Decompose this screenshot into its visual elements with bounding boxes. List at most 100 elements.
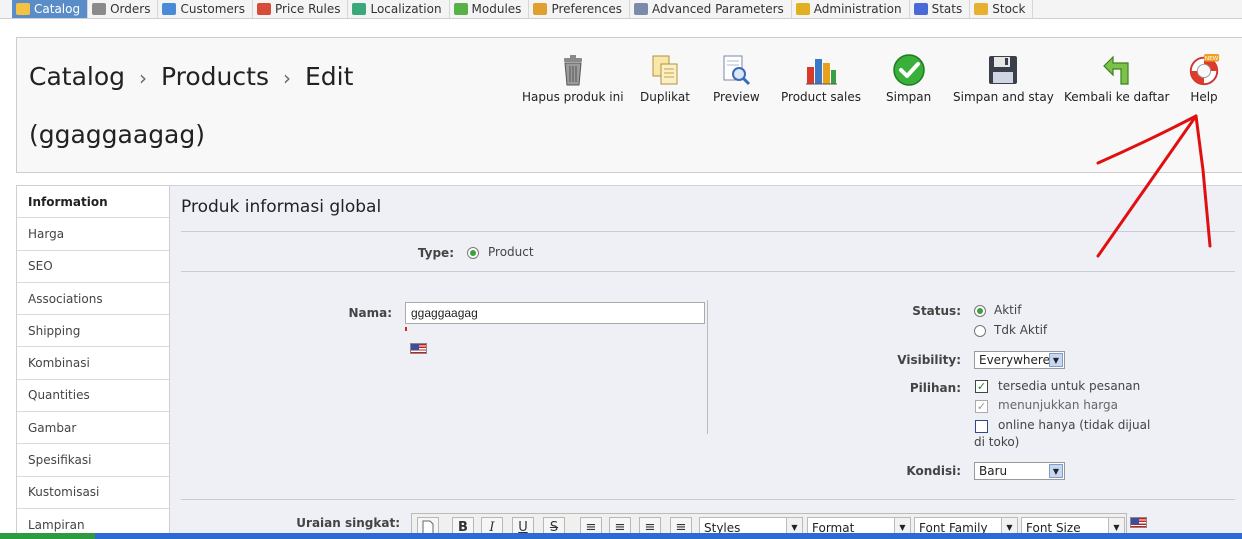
name-input[interactable] [405, 302, 705, 324]
breadcrumb-edit: Edit [304, 62, 354, 91]
status-active-radio[interactable] [974, 305, 986, 317]
nav-tab-label: Modules [471, 1, 522, 16]
product-info-panel: Produk informasi global Type: Product Na… [170, 185, 1242, 539]
breadcrumb-separator: › [139, 66, 148, 90]
online-only-label-cont: di toko) [974, 435, 1020, 449]
product-sales-label: Product sales [781, 90, 861, 104]
online-only-checkbox[interactable] [975, 420, 988, 433]
product-sales-button[interactable]: Product sales [781, 52, 861, 104]
tag-icon [257, 2, 271, 15]
sidebar-item-seo[interactable]: SEO [17, 251, 169, 283]
nav-tab-price-rules[interactable]: Price Rules [253, 0, 349, 18]
nav-tab-administration[interactable]: Administration [792, 0, 910, 18]
nav-tab-localization[interactable]: Localization [348, 0, 450, 18]
nav-tab-stock[interactable]: Stock [970, 0, 1034, 18]
help-new-badge: NEW [1205, 56, 1219, 62]
trash-icon [556, 52, 590, 88]
puzzle-icon [453, 2, 468, 15]
nav-tab-label: Orders [110, 1, 151, 16]
nav-tab-label: Price Rules [275, 1, 341, 16]
show-price-checkbox[interactable]: ✓ [975, 400, 988, 413]
duplicate-icon [648, 52, 682, 88]
nav-tab-modules[interactable]: Modules [450, 0, 530, 18]
start-button[interactable] [0, 533, 95, 539]
box-icon [974, 2, 989, 15]
visibility-selected-value: Everywhere [979, 353, 1050, 367]
globe-icon [352, 2, 367, 15]
product-tabs-sidebar: Information Harga SEO Associations Shipping K… [16, 185, 170, 539]
checkmark-icon [892, 52, 926, 88]
back-arrow-icon [1100, 52, 1134, 88]
sidebar-item-information[interactable]: Information [17, 186, 169, 219]
product-title: (ggaggaagag) [29, 120, 206, 149]
visibility-label: Visibility: [897, 353, 961, 367]
sidebar-item-gambar[interactable]: Gambar [17, 412, 169, 445]
us-flag-icon[interactable] [410, 343, 427, 354]
short-description-label: Uraian singkat: [296, 516, 400, 530]
status-inactive-radio[interactable] [974, 325, 986, 337]
preview-label: Preview [713, 90, 760, 104]
nav-tab-stats[interactable]: Stats [910, 0, 971, 18]
save-and-stay-button[interactable]: Simpan and stay [953, 52, 1054, 104]
nav-tab-orders[interactable]: Orders [88, 0, 159, 18]
sidebar-item-kombinasi[interactable]: Kombinasi [17, 347, 169, 380]
column-divider [707, 300, 708, 434]
save-button[interactable]: Simpan [886, 52, 931, 104]
save-label: Simpan [886, 90, 932, 104]
options-label: Pilihan: [909, 381, 961, 395]
condition-select[interactable]: Baru ▼ [974, 462, 1065, 480]
nav-tab-preferences[interactable]: Preferences [529, 0, 631, 18]
online-only-label: online hanya (tidak dijual [998, 418, 1151, 432]
back-to-list-button[interactable]: Kembali ke daftar [1064, 52, 1170, 104]
sidebar-item-associations[interactable]: Associations [17, 283, 169, 316]
us-flag-icon[interactable] [1130, 517, 1147, 528]
divider [181, 499, 1235, 500]
save-and-stay-label: Simpan and stay [953, 90, 1054, 104]
nav-tab-customers[interactable]: Customers [158, 0, 253, 18]
nav-tab-label: Catalog [34, 1, 81, 16]
nav-tab-label: Stock [992, 1, 1026, 16]
folder-icon [16, 2, 30, 15]
preview-button[interactable]: Preview [713, 52, 760, 104]
top-nav: Catalog Orders Customers Price Rules Localiz… [0, 0, 1242, 19]
preview-icon [719, 52, 753, 88]
sidebar-item-shipping[interactable]: Shipping [17, 315, 169, 348]
available-for-order-checkbox[interactable]: ✓ [975, 380, 988, 393]
type-label: Type: [417, 246, 454, 260]
delete-product-label: Hapus produk ini [522, 90, 624, 104]
help-label: Help [1190, 90, 1218, 104]
sidebar-item-kustomisasi[interactable]: Kustomisasi [17, 477, 169, 509]
nav-tab-label: Localization [370, 1, 442, 16]
status-label: Status: [912, 304, 961, 318]
delete-product-button[interactable]: Hapus produk ini [522, 52, 624, 104]
duplicate-label: Duplikat [640, 90, 690, 104]
sidebar-item-quantities[interactable]: Quantities [17, 380, 169, 413]
page-header: Catalog › Products › Edit (ggaggaagag) Hapus… [16, 37, 1242, 173]
type-product-label: Product [488, 245, 534, 259]
sidebar-item-spesifikasi[interactable]: Spesifikasi [17, 444, 169, 477]
chart-icon [913, 2, 928, 15]
breadcrumb-catalog[interactable]: Catalog [29, 62, 125, 91]
nav-tab-label: Administration [813, 1, 902, 16]
visibility-select[interactable]: Everywhere ▼ [974, 351, 1065, 369]
available-for-order-label: tersedia untuk pesanan [998, 379, 1141, 393]
breadcrumb-products[interactable]: Products [161, 62, 269, 91]
sidebar-item-harga[interactable]: Harga [17, 218, 169, 251]
show-price-label: menunjukkan harga [998, 398, 1118, 412]
bar-chart-icon [804, 52, 838, 88]
required-marker [405, 327, 407, 331]
duplicate-button[interactable]: Duplikat [640, 52, 690, 104]
nav-tab-advanced-parameters[interactable]: Advanced Parameters [630, 0, 792, 18]
breadcrumb: Catalog › Products › Edit [29, 62, 353, 91]
breadcrumb-separator: › [282, 66, 291, 90]
nav-tab-catalog[interactable]: Catalog [12, 0, 89, 18]
help-button[interactable]: NEW Help [1187, 52, 1221, 104]
preferences-icon [533, 2, 548, 15]
section-title: Produk informasi global [181, 197, 382, 217]
name-label: Nama: [348, 306, 392, 320]
nav-tab-label: Stats [931, 1, 963, 16]
nav-tab-label: Preferences [551, 1, 623, 16]
type-product-radio[interactable] [467, 247, 479, 259]
taskbar-strip [0, 533, 1242, 539]
nav-tab-label: Advanced Parameters [652, 1, 784, 16]
